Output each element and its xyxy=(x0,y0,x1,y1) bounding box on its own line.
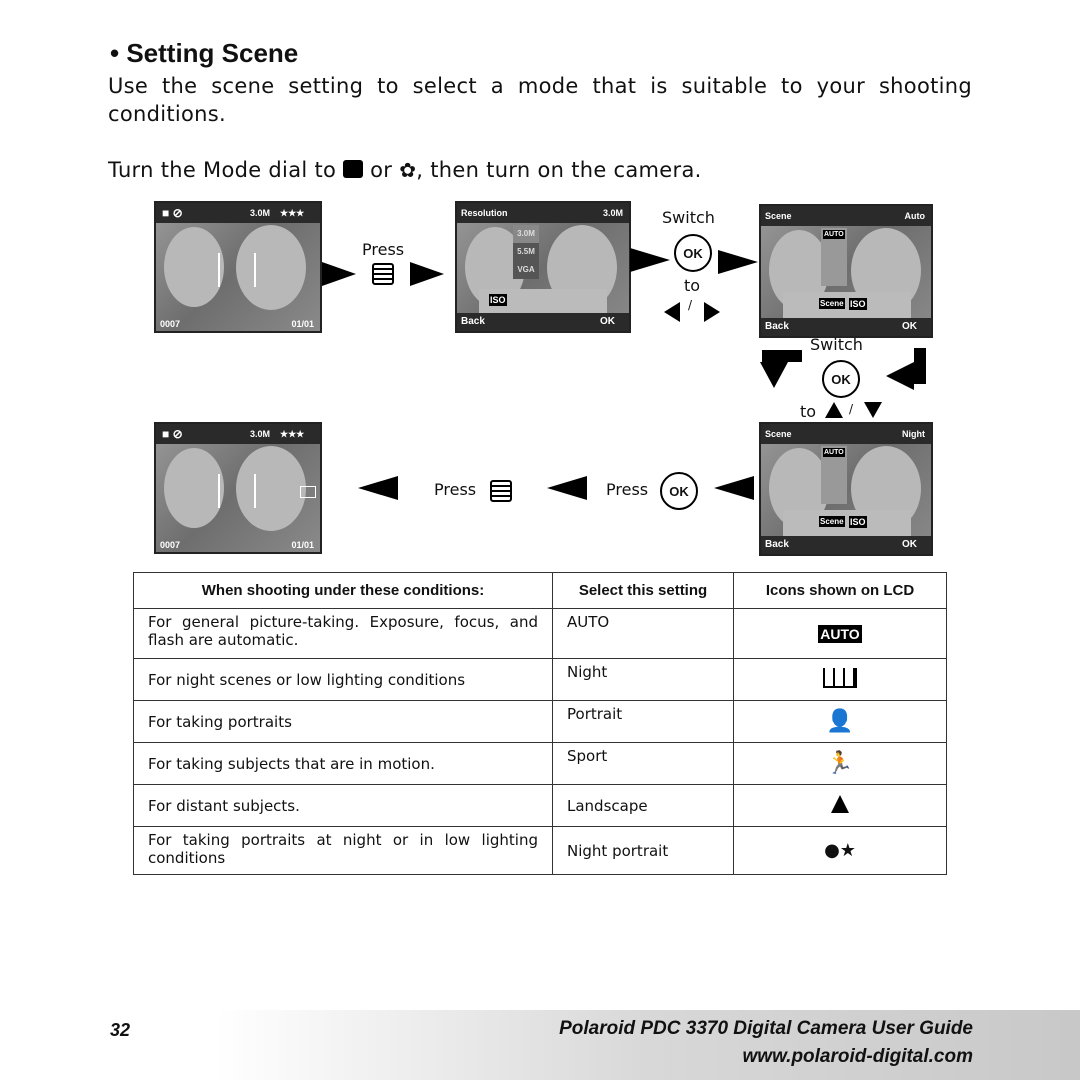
arrow-right-icon xyxy=(718,250,758,274)
lcd-scene-auto-screen: Scene Auto AUTO Scene ISO Back OK xyxy=(759,204,933,338)
lcd-preview-night-screen: ■ ⊘ 3.0M ★★★ 0007 01/01 xyxy=(154,422,322,554)
ok-button-icon: OK xyxy=(674,234,712,272)
portrait-icon: 👤 xyxy=(733,700,947,743)
camera-icon: ■ ⊘ xyxy=(162,427,183,441)
macro-mode-icon: ✿ xyxy=(399,158,417,182)
guide-title: Polaroid PDC 3370 Digital Camera User Gu… xyxy=(559,1018,973,1039)
landscape-icon xyxy=(733,784,947,827)
table-header: When shooting under these conditions: Se… xyxy=(133,572,947,609)
ok-button-icon: OK xyxy=(822,360,860,398)
arrow-left-icon xyxy=(714,476,754,500)
scene-table: When shooting under these conditions: Se… xyxy=(133,572,947,875)
page-number: 32 xyxy=(110,1020,131,1040)
arrow-left-icon xyxy=(547,476,587,500)
table-row: For taking portraits Portrait 👤 xyxy=(133,700,947,743)
camera-icon: ■ ⊘ xyxy=(162,206,183,220)
website-link[interactable]: www.polaroid-digital.com xyxy=(743,1046,973,1068)
manual-page: • Setting Scene Use the scene setting to… xyxy=(0,0,1080,1080)
arrow-left-icon xyxy=(358,476,398,500)
lcd-resolution-screen: Resolution 3.0M 3.0M 5.5M VGA ISO Back OK xyxy=(455,201,631,333)
table-row: For general picture-taking. Exposure, fo… xyxy=(133,608,947,659)
arrow-right-icon xyxy=(410,262,444,286)
night-scene-icon xyxy=(300,486,316,498)
up-icon xyxy=(825,402,843,418)
footer: 32 Polaroid PDC 3370 Digital Camera User… xyxy=(0,1010,1080,1080)
menu-button-icon xyxy=(490,480,512,502)
arrow-left-icon xyxy=(886,362,914,390)
lcd-preview-screen: ■ ⊘ 3.0M ★★★ 0007 01/01 xyxy=(154,201,322,333)
focus-bracket xyxy=(218,253,256,287)
focus-bracket xyxy=(218,474,256,508)
table-row: For night scenes or low lighting conditi… xyxy=(133,658,947,701)
down-icon xyxy=(864,402,882,418)
lcd-scene-night-screen: Scene Night AUTO Scene ISO Back OK xyxy=(759,422,933,556)
arrow-right-icon xyxy=(630,248,670,272)
left-icon xyxy=(664,302,680,322)
instruction-text: Turn the Mode dial to or ✿, then turn on… xyxy=(108,158,702,182)
arrow-return-icon xyxy=(914,348,926,384)
arrow-down-left-icon xyxy=(762,350,802,362)
auto-icon: AUTO xyxy=(818,624,862,643)
table-row: For taking portraits at night or in low … xyxy=(133,826,947,875)
page-title: • Setting Scene xyxy=(110,38,299,68)
intro-text: Use the scene setting to select a mode t… xyxy=(108,74,972,126)
night-portrait-icon: ●★ xyxy=(733,826,947,875)
sport-icon: 🏃 xyxy=(733,742,947,785)
table-row: For distant subjects. Landscape xyxy=(133,784,947,827)
right-icon xyxy=(704,302,720,322)
arrow-right-icon xyxy=(322,262,356,286)
table-row: For taking subjects that are in motion. S… xyxy=(133,742,947,785)
menu-button-icon xyxy=(372,263,394,285)
camera-mode-icon xyxy=(343,160,364,178)
arrow-down-icon xyxy=(760,362,788,388)
ok-button-icon: OK xyxy=(660,472,698,510)
night-scene-icon xyxy=(733,658,947,701)
